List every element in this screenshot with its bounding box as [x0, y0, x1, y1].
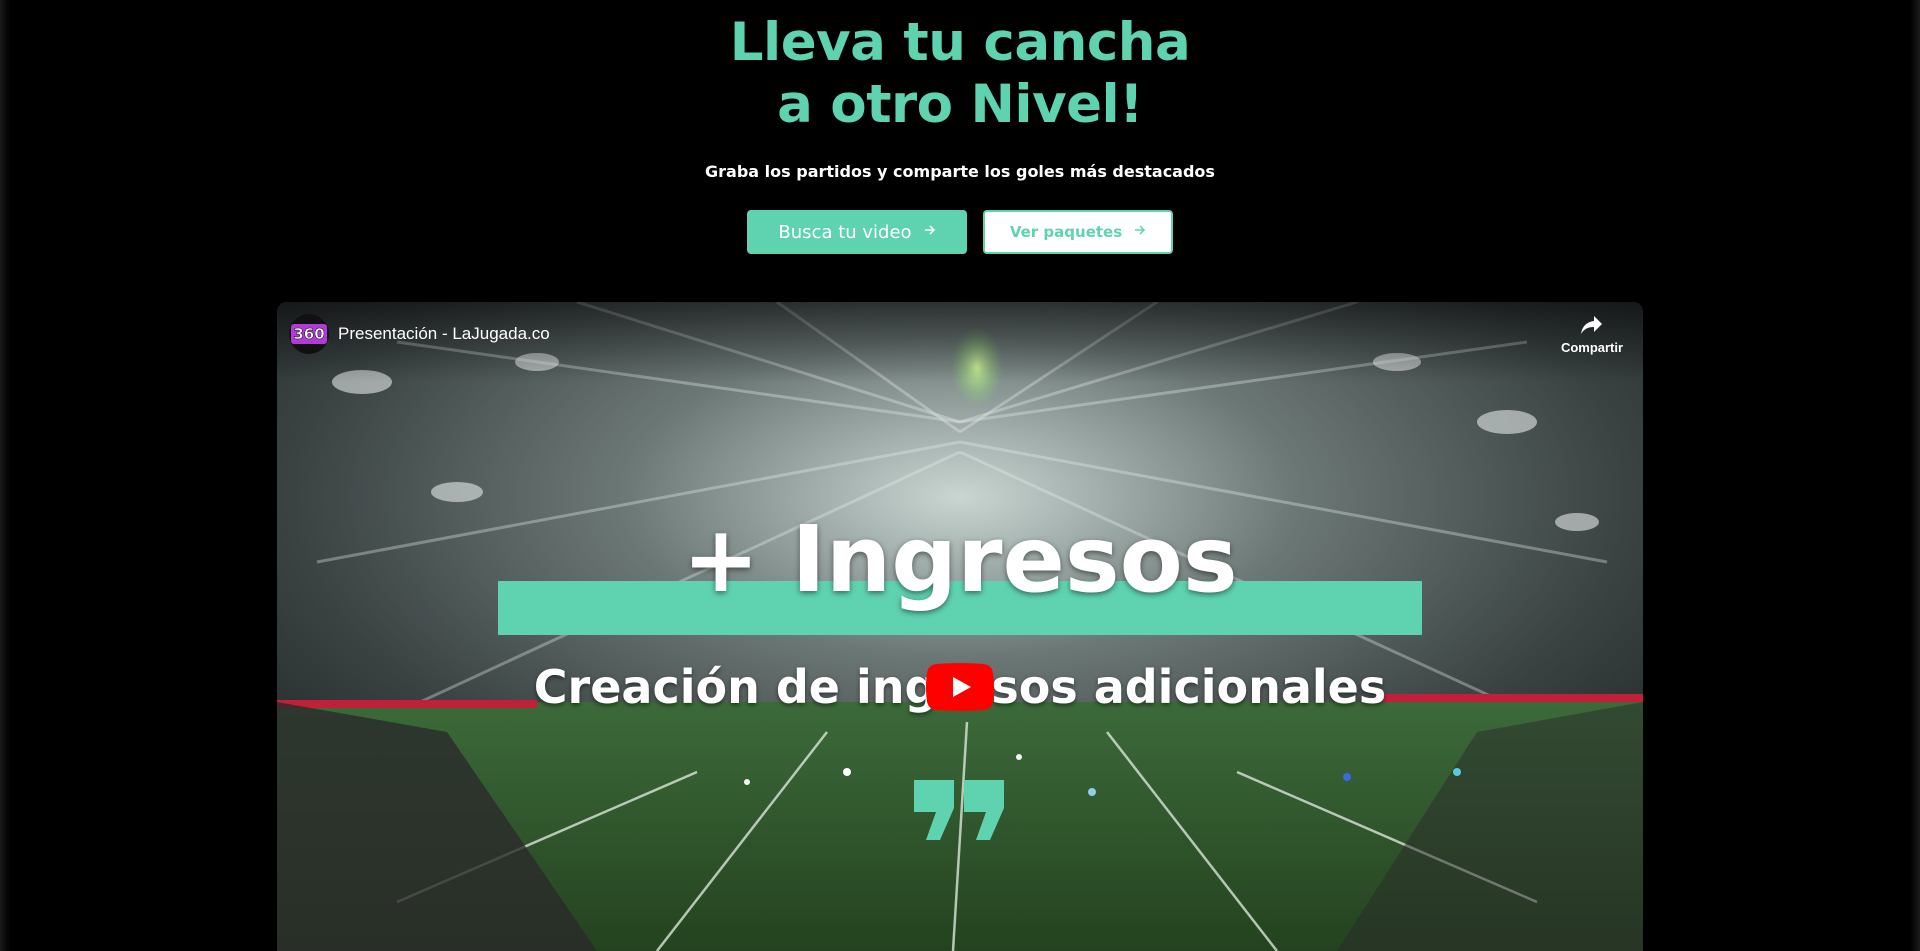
arrow-right-icon [924, 224, 936, 240]
share-label: Compartir [1560, 340, 1624, 355]
video-title-link[interactable]: Presentación - LaJugada.co [338, 324, 550, 344]
quote-mark-icon [914, 780, 1004, 840]
channel-avatar[interactable]: 360 [289, 314, 329, 354]
channel-avatar-text: 360 [291, 324, 327, 344]
right-edge-shadow [1910, 0, 1920, 951]
landing-page: Lleva tu cancha a otro Nivel! Graba los … [0, 0, 1920, 951]
search-video-button[interactable]: Busca tu video [747, 210, 967, 254]
search-video-button-label: Busca tu video [778, 221, 912, 243]
left-edge-shadow [0, 0, 10, 951]
view-packages-button-label: Ver paquetes [1009, 223, 1123, 241]
arrow-right-icon [1134, 224, 1146, 240]
hero-subtitle: Graba los partidos y comparte los goles … [705, 162, 1215, 181]
view-packages-button[interactable]: Ver paquetes [983, 210, 1173, 254]
hero-title-line-2: a otro Nivel! [777, 74, 1143, 135]
hero-title: Lleva tu cancha a otro Nivel! [0, 12, 1920, 136]
hero-title-line-1: Lleva tu cancha [729, 12, 1191, 73]
share-icon [1581, 316, 1602, 334]
video-player[interactable]: 360 Presentación - LaJugada.co Compartir… [277, 302, 1643, 951]
overlay-heading: + Ingresos [682, 506, 1238, 613]
share-button[interactable]: Compartir [1557, 314, 1627, 355]
youtube-play-icon[interactable] [926, 663, 994, 711]
